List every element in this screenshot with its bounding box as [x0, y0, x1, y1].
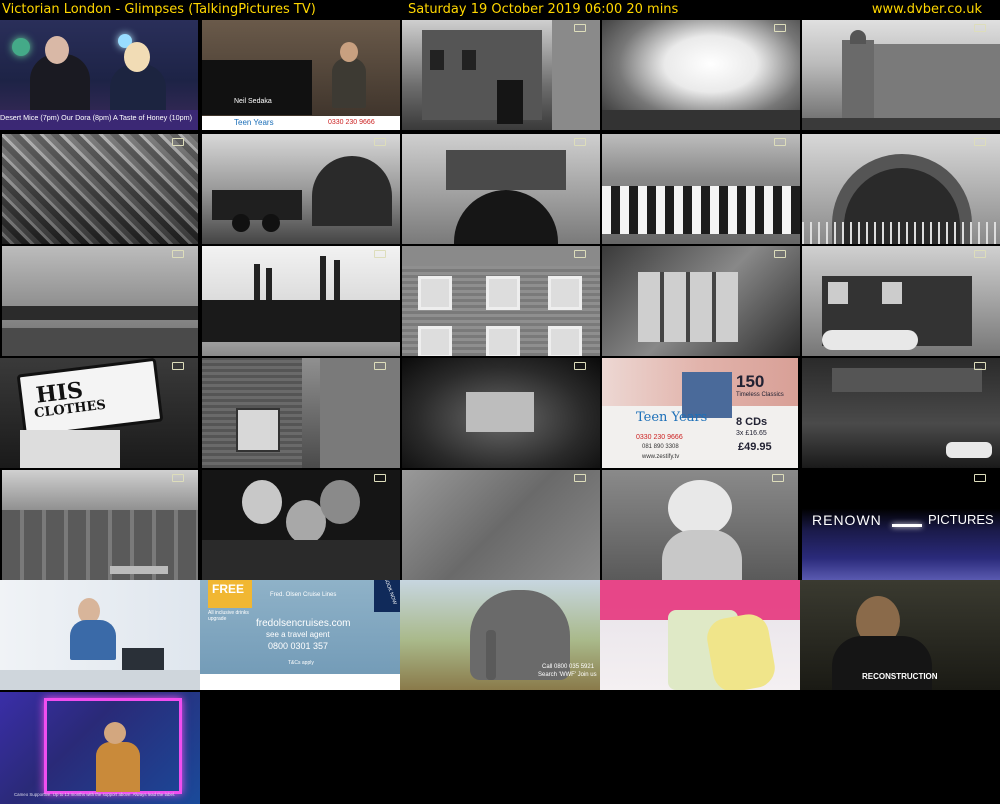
thumbnail-2-presenter: Neil Sedaka [234, 98, 272, 105]
thumbnail-31-fine-print: Cameo Supportive. Up to 13 months with t… [14, 792, 176, 797]
thumbnail-3[interactable] [402, 20, 600, 130]
channel-logo-icon [374, 138, 386, 146]
thumbnail-23[interactable] [402, 470, 600, 580]
thumbnail-11[interactable] [2, 246, 198, 356]
channel-logo-icon [974, 24, 986, 32]
thumbnail-2-show: Teen Years [234, 118, 274, 127]
channel-logo-icon [574, 474, 586, 482]
thumbnail-7[interactable] [202, 134, 400, 244]
thumbnail-21[interactable] [2, 470, 198, 580]
channel-logo-icon [374, 362, 386, 370]
thumbnail-5[interactable] [802, 20, 1000, 130]
thumbnail-25[interactable]: RENOWN PICTURES [802, 470, 1000, 580]
thumbnail-19[interactable]: 150 Timeless Classics Teen Years 8 CDs 3… [602, 358, 798, 468]
thumbnail-12[interactable] [202, 246, 400, 356]
thumbnail-28-search: Search 'WWF' Join us [538, 672, 597, 678]
channel-logo-icon [172, 474, 184, 482]
thumbnail-1-caption: Desert Mice (7pm) Our Dora (8pm) A Taste… [0, 113, 192, 122]
channel-logo-icon [774, 250, 786, 258]
channel-logo-icon [774, 138, 786, 146]
thumbnail-8[interactable] [402, 134, 600, 244]
thumbnail-19-price-multi: 3x £16.65 [736, 430, 767, 437]
thumbnail-20[interactable] [802, 358, 1000, 468]
thumbnail-19-phone-alt: 081 890 3308 [642, 444, 679, 450]
thumbnail-27-brand: Fred. Olsen Cruise Lines [270, 592, 337, 598]
thumbnail-29[interactable] [600, 580, 800, 690]
thumbnail-17[interactable] [202, 358, 400, 468]
thumbnail-9[interactable] [602, 134, 800, 244]
thumbnail-15[interactable] [802, 246, 1000, 356]
thumbnail-6[interactable] [2, 134, 198, 244]
thumbnail-27-phone: 0800 0301 357 [268, 641, 329, 651]
channel-logo-icon [172, 250, 184, 258]
thumbnail-19-title: Teen Years [636, 410, 708, 425]
channel-logo-icon [574, 250, 586, 258]
thumbnail-27-url: fredolsencruises.com [256, 618, 351, 629]
thumbnail-31[interactable]: Cameo Supportive. Up to 13 months with t… [0, 692, 200, 804]
thumbnail-27-free: FREE [212, 582, 245, 596]
thumbnail-27-agent: see a travel agent [266, 630, 330, 639]
thumbnail-30-label: RECONSTRUCTION [862, 672, 938, 681]
thumbnail-30[interactable]: RECONSTRUCTION [800, 580, 1000, 690]
thumbnail-19-badge-sub: Timeless Classics [736, 392, 784, 398]
channel-logo-icon [574, 24, 586, 32]
channel-logo-icon [374, 250, 386, 258]
thumbnail-27-free-sub: All inclusive drinks upgrade [208, 610, 249, 622]
thumbnail-grid: Desert Mice (7pm) Our Dora (8pm) A Taste… [0, 20, 1000, 804]
thumbnail-25-pictures: PICTURES [928, 512, 994, 527]
site-link[interactable]: www.dvber.co.uk [872, 1, 982, 19]
channel-logo-icon [974, 362, 986, 370]
channel-logo-icon [974, 250, 986, 258]
thumbnail-18[interactable] [402, 358, 600, 468]
thumbnail-22[interactable] [202, 470, 400, 580]
thumbnail-2-phone: 0330 230 9666 [328, 119, 375, 126]
thumbnail-28[interactable]: Call 0800 035 5921 Search 'WWF' Join us [400, 580, 600, 690]
thumbnail-27-tcs: T&Cs apply [288, 660, 314, 666]
thumbnail-19-cds: 8 CDs [736, 416, 768, 428]
channel-logo-icon [974, 474, 986, 482]
thumbnail-25-renown: RENOWN [812, 512, 882, 528]
channel-logo-icon [574, 362, 586, 370]
thumbnail-14[interactable] [602, 246, 800, 356]
thumbnail-27[interactable]: FREE All inclusive drinks upgrade Fred. … [200, 580, 400, 690]
thumbnail-16[interactable]: HIS CLOTHES [0, 358, 198, 468]
thumbnail-28-call: Call 0800 035 5921 [542, 664, 595, 670]
channel-logo-icon [774, 24, 786, 32]
page-header: Victorian London - Glimpses (TalkingPict… [0, 0, 1000, 20]
channel-logo-icon [172, 138, 184, 146]
thumbnail-13[interactable] [402, 246, 600, 356]
thumbnail-10[interactable] [802, 134, 1000, 244]
thumbnail-1[interactable]: Desert Mice (7pm) Our Dora (8pm) A Taste… [0, 20, 198, 130]
thumbnail-26[interactable] [0, 580, 200, 690]
page-title: Victorian London - Glimpses (TalkingPict… [2, 2, 316, 17]
channel-logo-icon [374, 474, 386, 482]
thumbnail-4[interactable] [602, 20, 800, 130]
channel-logo-icon [172, 362, 184, 370]
channel-logo-icon [974, 138, 986, 146]
channel-logo-icon [574, 138, 586, 146]
thumbnail-19-phone: 0330 230 9666 [636, 434, 683, 441]
thumbnail-19-price: £49.95 [738, 441, 772, 453]
channel-logo-icon [772, 474, 784, 482]
thumbnail-24[interactable] [602, 470, 798, 580]
broadcast-datetime: Saturday 19 October 2019 06:00 20 mins [408, 2, 679, 17]
thumbnail-2[interactable]: Neil Sedaka Teen Years 0330 230 9666 [202, 20, 400, 130]
thumbnail-19-web: www.zestify.tv [642, 454, 680, 460]
thumbnail-19-badge: 150 [736, 372, 765, 391]
